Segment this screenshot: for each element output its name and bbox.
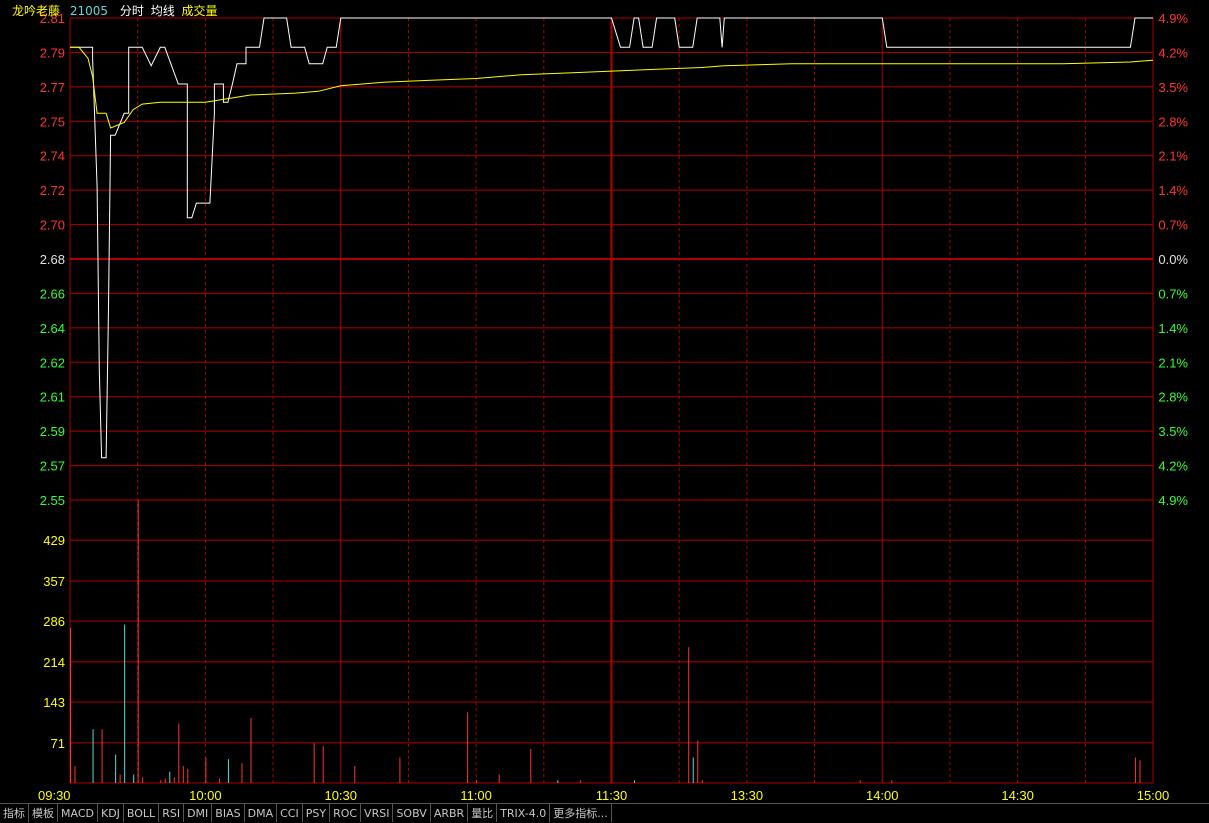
pct-tick-label: 0.7% [1158, 218, 1188, 233]
pct-tick-label: 1.4% [1158, 321, 1188, 336]
price-tick-label: 2.74 [40, 149, 65, 164]
indicator-tab[interactable]: 模板 [29, 804, 58, 822]
pct-tick-label: 2.8% [1158, 390, 1188, 405]
time-axis-label: 11:00 [460, 788, 492, 803]
indicator-tab[interactable]: BOLL [124, 804, 160, 822]
price-tick-label: 2.77 [40, 80, 65, 95]
price-tick-label: 2.68 [40, 252, 65, 267]
price-tick-label: 2.59 [40, 424, 65, 439]
indicator-label-avg: 均线 [150, 4, 175, 18]
volume-tick-label: 357 [43, 574, 65, 589]
indicator-tab[interactable]: PSY [303, 804, 331, 822]
time-axis-label: 15:00 [1137, 788, 1170, 803]
indicator-tab[interactable]: VRSI [361, 804, 394, 822]
pct-tick-label: 1.4% [1158, 183, 1188, 198]
price-tick-label: 2.55 [40, 493, 65, 508]
price-tick-label: 2.62 [40, 355, 65, 370]
indicator-label-time: 分时 [119, 4, 144, 18]
time-axis-label: 10:30 [324, 788, 357, 803]
pct-tick-label: 3.5% [1158, 424, 1188, 439]
indicator-tab[interactable]: CCI [277, 804, 303, 822]
price-tick-label: 2.79 [40, 45, 65, 60]
indicator-tab[interactable]: TRIX-4.0 [497, 804, 551, 822]
pct-tick-label: 4.2% [1158, 45, 1188, 60]
volume-tick-label: 143 [43, 695, 65, 710]
price-tick-label: 2.75 [40, 114, 65, 129]
pct-tick-label: 4.9% [1158, 11, 1188, 26]
volume-tick-label: 429 [43, 533, 65, 548]
pct-tick-label: 2.1% [1158, 355, 1188, 370]
pct-tick-label: 2.8% [1158, 114, 1188, 129]
stock-code: 21005 [69, 4, 109, 18]
pct-tick-label: 0.7% [1158, 286, 1188, 301]
volume-tick-label: 214 [43, 655, 65, 670]
indicator-tab[interactable]: 指标 [0, 804, 29, 822]
indicator-tab[interactable]: KDJ [98, 804, 124, 822]
indicator-tab[interactable]: RSI [159, 804, 185, 822]
stock-name: 龙吟老藤 [12, 4, 61, 18]
price-tick-label: 2.57 [40, 459, 65, 474]
price-tick-label: 2.66 [40, 286, 65, 301]
time-axis-label: 14:00 [866, 788, 899, 803]
indicator-toolbar: 指标 模板 MACD KDJ BOLL RSI DMI BIAS DMA CCI PSY ROC VRS… [0, 803, 1209, 823]
indicator-tab[interactable]: DMI [184, 804, 213, 822]
indicator-tab[interactable]: ARBR [431, 804, 469, 822]
price-tick-label: 2.61 [40, 390, 65, 405]
indicator-tab[interactable]: MACD [58, 804, 98, 822]
price-tick-label: 2.64 [40, 321, 65, 336]
volume-tick-label: 286 [43, 614, 65, 629]
pct-tick-label: 3.5% [1158, 80, 1188, 95]
time-axis-label: 11:30 [596, 788, 628, 803]
indicator-tab[interactable]: 量比 [468, 804, 498, 822]
price-tick-label: 2.72 [40, 183, 65, 198]
indicator-label-volume: 成交量 [181, 4, 218, 18]
pct-tick-label: 2.1% [1158, 149, 1188, 164]
indicator-tab[interactable]: ROC [330, 804, 362, 822]
time-axis-label: 10:00 [189, 788, 222, 803]
indicator-tab[interactable]: 更多指标... [550, 804, 612, 822]
time-axis-label: 14:30 [1001, 788, 1034, 803]
intraday-chart: 2.81 4.9%2.79 4.2%2.77 3.5%2.75 2.8%2.74 2.1%… [0, 0, 1209, 803]
time-axis-label: 13:30 [731, 788, 764, 803]
price-tick-label: 2.70 [40, 218, 65, 233]
indicator-tab[interactable]: SOBV [393, 804, 431, 822]
time-axis-label: 09:30 [38, 788, 71, 803]
indicator-tab[interactable]: DMA [245, 804, 278, 822]
pct-tick-label: 0.0% [1158, 252, 1188, 267]
pct-tick-label: 4.2% [1158, 459, 1188, 474]
chart-header: 龙吟老藤 21005 分时 均线 成交量 [12, 2, 218, 19]
pct-tick-label: 4.9% [1158, 493, 1188, 508]
indicator-tab[interactable]: BIAS [212, 804, 245, 822]
volume-tick-label: 71 [51, 736, 65, 751]
